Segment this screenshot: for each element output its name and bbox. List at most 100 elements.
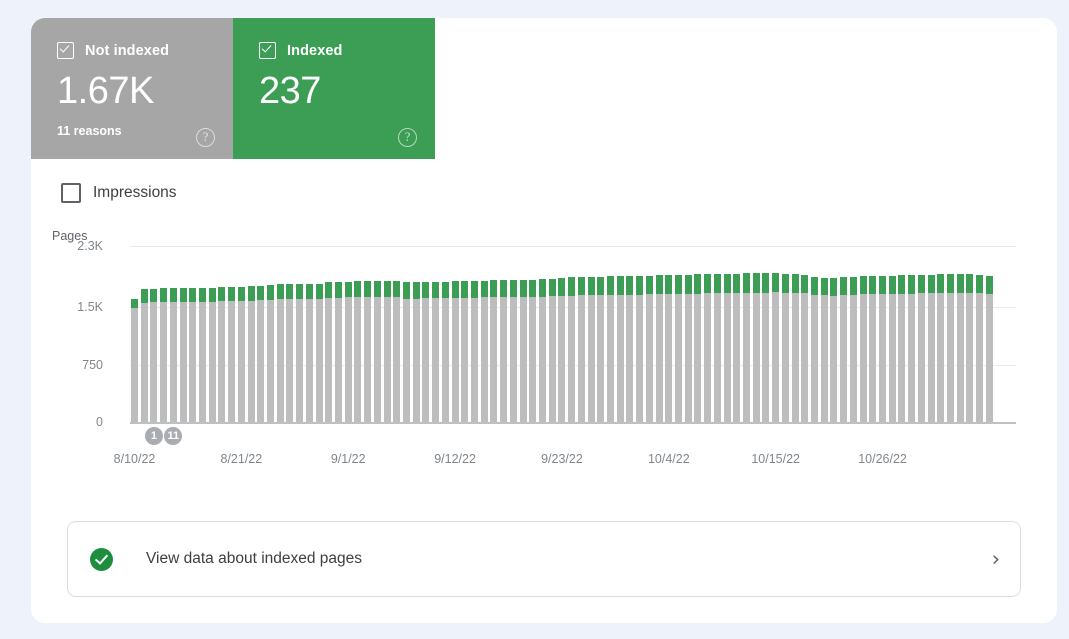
chart-bar[interactable]: [879, 276, 886, 422]
chart-bar[interactable]: [588, 277, 595, 422]
chart-bar[interactable]: [374, 281, 381, 422]
chart-annotation-badge[interactable]: 11: [164, 427, 182, 445]
chart-bar[interactable]: [792, 274, 799, 422]
chart-bar[interactable]: [277, 284, 284, 422]
chart-bar[interactable]: [286, 284, 293, 422]
chart-bar[interactable]: [141, 289, 148, 422]
chart-bar[interactable]: [209, 288, 216, 422]
bar-segment-not-indexed: [267, 300, 274, 422]
chart-bar[interactable]: [762, 273, 769, 422]
chart-bar[interactable]: [966, 274, 973, 422]
chart-bar[interactable]: [335, 282, 342, 422]
chart-bar[interactable]: [889, 276, 896, 422]
chart-bar[interactable]: [646, 276, 653, 422]
chart-bar[interactable]: [840, 277, 847, 422]
chart-bar[interactable]: [626, 276, 633, 422]
chart-bar[interactable]: [354, 281, 361, 422]
chart-bar[interactable]: [821, 278, 828, 422]
chart-bar[interactable]: [150, 289, 157, 422]
chart-bar[interactable]: [248, 286, 255, 422]
chart-bar[interactable]: [558, 278, 565, 422]
chart-bar[interactable]: [811, 277, 818, 422]
chart-bar[interactable]: [481, 281, 488, 422]
chart-bar[interactable]: [704, 274, 711, 422]
chart-bar[interactable]: [189, 288, 196, 422]
chart-bar[interactable]: [733, 274, 740, 422]
chart-bar[interactable]: [801, 275, 808, 422]
chart-bar[interactable]: [830, 278, 837, 422]
chart-bar[interactable]: [753, 273, 760, 422]
chart-bar[interactable]: [393, 281, 400, 422]
chart-bar[interactable]: [199, 288, 206, 422]
chart-bar[interactable]: [665, 275, 672, 422]
chart-bar[interactable]: [539, 279, 546, 422]
chart-bar[interactable]: [384, 281, 391, 422]
chart-bar[interactable]: [442, 282, 449, 422]
chart-bar[interactable]: [908, 275, 915, 422]
chart-bar[interactable]: [850, 277, 857, 422]
chart-bar[interactable]: [529, 280, 536, 422]
chart-bar[interactable]: [636, 276, 643, 422]
chart-bar[interactable]: [403, 282, 410, 422]
chart-bar[interactable]: [510, 280, 517, 422]
view-indexed-pages-banner[interactable]: View data about indexed pages ›: [67, 521, 1021, 597]
bar-segment-indexed: [228, 287, 235, 301]
chart-bar[interactable]: [869, 276, 876, 422]
chart-bar[interactable]: [422, 282, 429, 422]
chart-bar[interactable]: [578, 277, 585, 422]
chart-bar[interactable]: [724, 274, 731, 422]
chart-annotation-badge[interactable]: 1: [145, 427, 163, 445]
chart-bar[interactable]: [413, 282, 420, 422]
bar-segment-indexed: [267, 285, 274, 300]
chart-bar[interactable]: [500, 280, 507, 422]
chart-bar[interactable]: [461, 281, 468, 422]
chart-bar[interactable]: [617, 276, 624, 422]
chart-bar[interactable]: [218, 287, 225, 422]
chart-bar[interactable]: [160, 288, 167, 422]
chart-bar[interactable]: [568, 277, 575, 422]
chart-bar[interactable]: [772, 273, 779, 422]
chart-bar[interactable]: [549, 279, 556, 422]
bar-segment-indexed: [869, 276, 876, 294]
chart-bar[interactable]: [675, 275, 682, 422]
chart-bar[interactable]: [714, 274, 721, 422]
chart-bar[interactable]: [471, 281, 478, 422]
chart-bar[interactable]: [743, 273, 750, 422]
chart-bar[interactable]: [694, 274, 701, 422]
chart-bar[interactable]: [597, 277, 604, 422]
chart-bar[interactable]: [257, 286, 264, 422]
chart-bar[interactable]: [296, 284, 303, 422]
chart-bar[interactable]: [432, 282, 439, 422]
chart-bar[interactable]: [180, 288, 187, 422]
chart-bar[interactable]: [782, 274, 789, 422]
chart-bar[interactable]: [898, 275, 905, 422]
chart-bar[interactable]: [170, 288, 177, 422]
chart-bar[interactable]: [937, 274, 944, 422]
chart-bar[interactable]: [607, 276, 614, 422]
chart-bar[interactable]: [316, 284, 323, 423]
chart-bar[interactable]: [306, 284, 313, 422]
bar-segment-indexed: [782, 274, 789, 293]
chevron-right-icon[interactable]: ›: [992, 549, 1000, 570]
chart-bar[interactable]: [918, 275, 925, 422]
chart-bar[interactable]: [131, 299, 138, 422]
chart-bar[interactable]: [685, 275, 692, 422]
chart-bar[interactable]: [228, 287, 235, 422]
chart-bar[interactable]: [520, 280, 527, 422]
chart-bar[interactable]: [976, 275, 983, 422]
bar-segment-not-indexed: [986, 294, 993, 422]
chart-bar[interactable]: [656, 275, 663, 422]
chart-bar[interactable]: [947, 274, 954, 422]
chart-bar[interactable]: [452, 281, 459, 422]
bar-segment-indexed: [685, 275, 692, 294]
chart-bar[interactable]: [986, 276, 993, 422]
chart-bar[interactable]: [325, 282, 332, 422]
chart-bar[interactable]: [267, 285, 274, 422]
chart-bar[interactable]: [364, 281, 371, 422]
chart-bar[interactable]: [928, 275, 935, 422]
chart-bar[interactable]: [860, 276, 867, 422]
chart-bar[interactable]: [957, 274, 964, 422]
chart-bar[interactable]: [238, 287, 245, 422]
chart-bar[interactable]: [345, 282, 352, 422]
chart-bar[interactable]: [490, 280, 497, 422]
